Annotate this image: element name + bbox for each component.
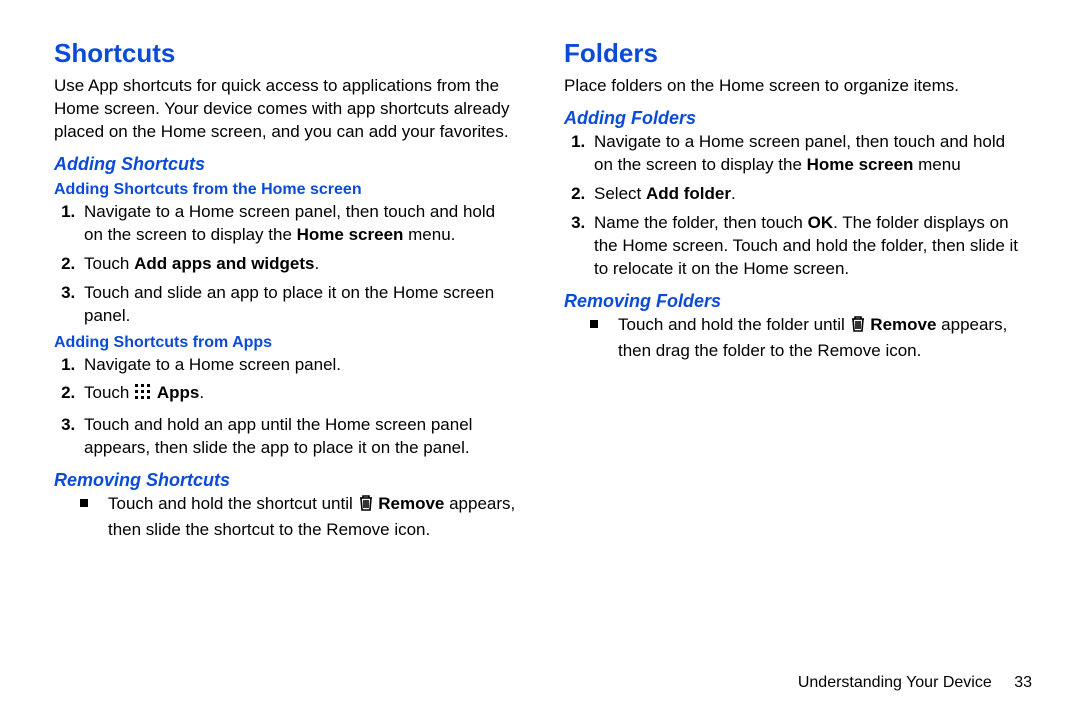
- trash-icon: [358, 494, 374, 519]
- right-column: Folders Place folders on the Home screen…: [540, 36, 1038, 720]
- list-item: Touch and hold the folder until Remove a…: [590, 314, 1026, 363]
- steps-adding-folders: Navigate to a Home screen panel, then to…: [590, 131, 1026, 281]
- bold-add-folder: Add folder: [646, 184, 731, 203]
- trash-icon: [850, 315, 866, 340]
- subheading-from-apps: Adding Shortcuts from Apps: [54, 334, 516, 352]
- bullets-removing-shortcuts: Touch and hold the shortcut until Remove…: [80, 493, 516, 542]
- list-item: Touch and hold an app until the Home scr…: [80, 414, 516, 460]
- page: Shortcuts Use App shortcuts for quick ac…: [0, 0, 1080, 720]
- list-item: Name the folder, then touch OK. The fold…: [590, 212, 1026, 281]
- text: Touch and hold the folder until: [618, 315, 850, 334]
- text: Touch: [84, 383, 134, 402]
- text: Touch and hold the shortcut until: [108, 494, 358, 513]
- text: menu.: [403, 225, 455, 244]
- footer-section-name: Understanding Your Device: [798, 674, 992, 691]
- list-item: Navigate to a Home screen panel, then to…: [80, 201, 516, 247]
- text: Select: [594, 184, 646, 203]
- intro-folders: Place folders on the Home screen to orga…: [564, 75, 1026, 98]
- left-column: Shortcuts Use App shortcuts for quick ac…: [42, 36, 540, 720]
- text: .: [315, 254, 320, 273]
- subheading-adding-folders: Adding Folders: [564, 108, 1026, 129]
- page-footer: Understanding Your Device 33: [798, 674, 1032, 692]
- bold-add-apps-widgets: Add apps and widgets: [134, 254, 314, 273]
- text: Touch: [84, 254, 134, 273]
- heading-folders: Folders: [564, 38, 1026, 69]
- list-item: Touch Apps.: [80, 382, 516, 408]
- subheading-adding-shortcuts: Adding Shortcuts: [54, 154, 516, 175]
- bold-remove: Remove: [870, 315, 936, 334]
- subheading-from-home: Adding Shortcuts from the Home screen: [54, 181, 516, 199]
- bold-remove: Remove: [378, 494, 444, 513]
- list-item: Touch and hold the shortcut until Remove…: [80, 493, 516, 542]
- intro-shortcuts: Use App shortcuts for quick access to ap…: [54, 75, 516, 144]
- list-item: Navigate to a Home screen panel.: [80, 354, 516, 377]
- heading-shortcuts: Shortcuts: [54, 38, 516, 69]
- apps-grid-icon: [134, 383, 152, 408]
- bullets-removing-folders: Touch and hold the folder until Remove a…: [590, 314, 1026, 363]
- bold-apps: Apps: [157, 383, 200, 402]
- text: .: [731, 184, 736, 203]
- text: .: [199, 383, 204, 402]
- list-item: Select Add folder.: [590, 183, 1026, 206]
- bold-home-screen: Home screen: [297, 225, 404, 244]
- text: Name the folder, then touch: [594, 213, 808, 232]
- footer-page-number: 33: [1014, 674, 1032, 691]
- subheading-removing-folders: Removing Folders: [564, 291, 1026, 312]
- list-item: Touch and slide an app to place it on th…: [80, 282, 516, 328]
- subheading-removing-shortcuts: Removing Shortcuts: [54, 470, 516, 491]
- bold-home-screen: Home screen: [807, 155, 914, 174]
- list-item: Navigate to a Home screen panel, then to…: [590, 131, 1026, 177]
- list-item: Touch Add apps and widgets.: [80, 253, 516, 276]
- steps-from-apps: Navigate to a Home screen panel. Touch A…: [80, 354, 516, 461]
- bold-ok: OK: [808, 213, 834, 232]
- text: menu: [913, 155, 960, 174]
- steps-from-home: Navigate to a Home screen panel, then to…: [80, 201, 516, 328]
